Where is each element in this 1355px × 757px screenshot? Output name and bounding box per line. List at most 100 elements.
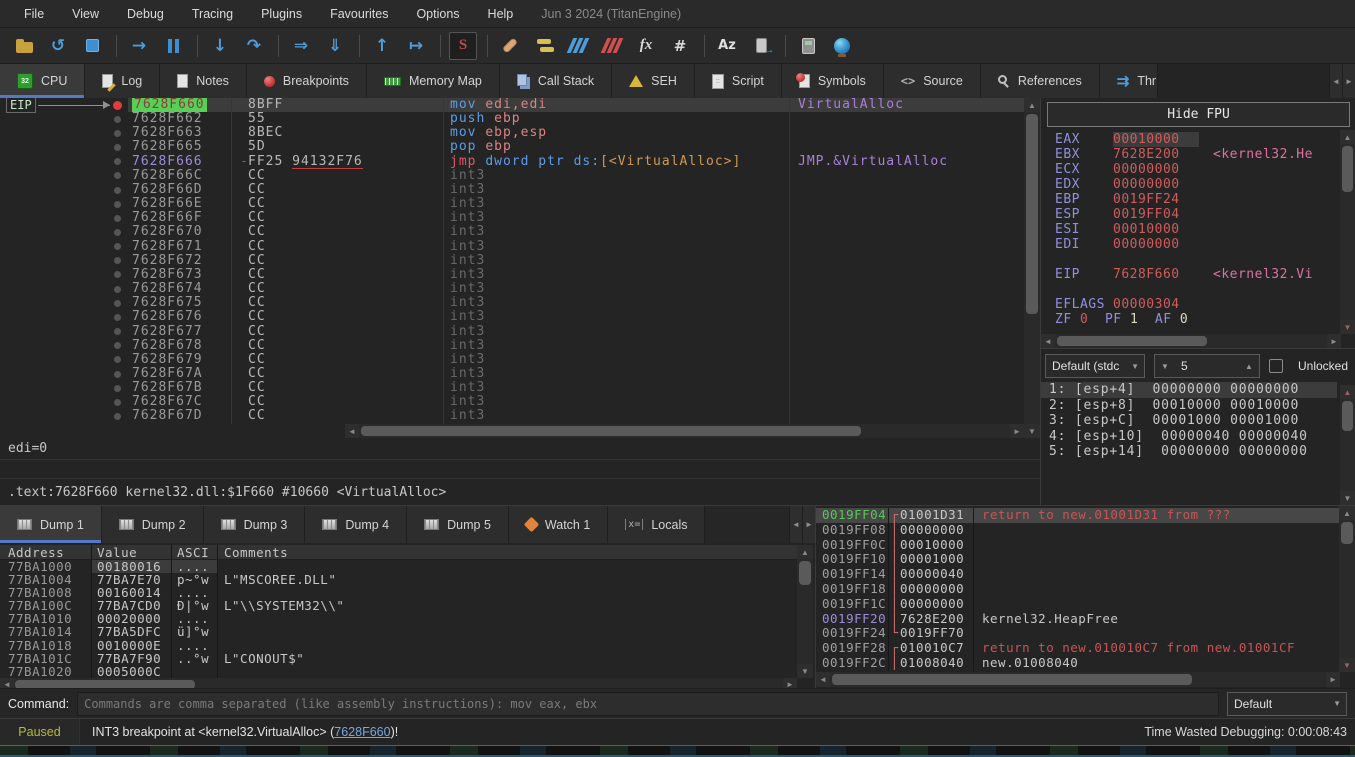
scroll-thumb[interactable] (15, 680, 195, 688)
scroll-right-arrow[interactable]: ► (1326, 672, 1340, 687)
menu-item-debug[interactable]: Debug (113, 0, 178, 28)
registers-panel[interactable]: Hide FPU EAX00010000EBX7628E200<kernel32… (1040, 98, 1355, 348)
breakpoint-gutter[interactable] (110, 409, 128, 423)
disasm-row[interactable]: 7628F67BCCint3 (0, 381, 1040, 395)
scroll-up-arrow[interactable]: ▲ (1340, 385, 1355, 399)
dump-table[interactable]: AddressValueASCIComments77BA100000180016… (0, 545, 797, 678)
scroll-down-arrow[interactable]: ▼ (1024, 424, 1040, 438)
expression-button[interactable]: fx (632, 32, 660, 60)
tab-thr[interactable]: ⇉Thr (1100, 64, 1158, 98)
stack-row[interactable]: 0019FF2C│01008040new.01008040 (816, 656, 1340, 671)
scroll-left-arrow[interactable]: ◄ (816, 672, 830, 687)
scroll-left-arrow[interactable]: ◄ (345, 424, 359, 438)
execute-till-return-button[interactable]: ↑ (368, 32, 396, 60)
breakpoint-gutter[interactable] (110, 140, 128, 154)
breakpoint-gutter[interactable] (110, 169, 128, 183)
breakpoint-gutter[interactable] (110, 296, 128, 310)
scroll-thumb[interactable] (799, 561, 811, 585)
scroll-thumb[interactable] (832, 674, 1192, 685)
stack-row[interactable]: 0019FF0C│00010000 (816, 538, 1340, 553)
gutter-dot-icon[interactable] (114, 229, 121, 236)
scroll-down-arrow[interactable]: ▼ (1340, 491, 1355, 505)
menu-item-file[interactable]: File (10, 0, 58, 28)
tab-locals[interactable]: x=Locals (608, 506, 705, 543)
dump-hscrollbar[interactable]: ◄ ► (0, 678, 797, 688)
scroll-right-arrow[interactable]: ► (1010, 424, 1024, 438)
dump-pane[interactable]: Dump 1Dump 2Dump 3Dump 4Dump 5Watch 1x=L… (0, 505, 815, 688)
breakpoint-gutter[interactable] (110, 126, 128, 140)
run-to-user-code-button[interactable]: ⇒ (287, 32, 315, 60)
gutter-dot-icon[interactable] (114, 356, 121, 363)
gutter-dot-icon[interactable] (114, 187, 121, 194)
tab-breakpoints[interactable]: Breakpoints (247, 64, 367, 98)
gutter-dot-icon[interactable] (114, 300, 121, 307)
disasm-row[interactable]: 7628F67ACCint3 (0, 367, 1040, 381)
breakpoint-gutter[interactable] (110, 339, 128, 353)
command-input[interactable] (77, 692, 1219, 716)
arguments-panel[interactable]: Default (stdc ▼ ▼ 5 ▲ Unlocked 1: [esp+4… (1040, 348, 1355, 505)
scroll-left-arrow[interactable]: ◄ (0, 678, 14, 688)
gutter-dot-icon[interactable] (114, 116, 121, 123)
argument-row[interactable]: 2: [esp+8] 00010000 00010000 (1041, 398, 1337, 414)
attach-calc-button[interactable] (747, 32, 775, 60)
disasm-row[interactable]: 7628F6638BECmov ebp,esp (0, 126, 1040, 140)
tab-memory-map[interactable]: Memory Map (367, 64, 500, 98)
argument-row[interactable]: 5: [esp+14] 00000000 00000000 (1041, 444, 1337, 460)
stack-row[interactable]: 0019FF1C│00000000 (816, 597, 1340, 612)
stack-row[interactable]: 0019FF20│7628E200kernel32.HeapFree (816, 612, 1340, 627)
stack-row[interactable]: 0019FF10│00001000 (816, 552, 1340, 567)
disasm-row[interactable]: 7628F66DCCint3 (0, 183, 1040, 197)
disassembly-hscrollbar[interactable]: ◄ ► (345, 424, 1024, 438)
menu-item-view[interactable]: View (58, 0, 113, 28)
breakpoint-gutter[interactable] (110, 155, 128, 169)
stack-vscrollbar[interactable]: ▲ ▼ (1339, 506, 1355, 672)
tab-scroll-right-icon[interactable]: ► (1342, 64, 1355, 98)
pause-button[interactable] (159, 32, 187, 60)
dump-row[interactable]: 77BA101477BA5DFCü]°w (0, 625, 797, 638)
breakpoint-gutter[interactable] (110, 353, 128, 367)
dump-row[interactable]: 77BA101C77BA7F90..°wL"CONOUT$" (0, 652, 797, 665)
disasm-row[interactable]: 7628F676CCint3 (0, 310, 1040, 324)
breakpoint-gutter[interactable] (110, 240, 128, 254)
breakpoint-gutter[interactable] (110, 381, 128, 395)
tab-scroll-left-icon[interactable]: ◄ (789, 506, 802, 543)
stack-pane[interactable]: 0019FF04┌01001D31return to new.01001D31 … (815, 505, 1355, 688)
stack-row[interactable]: 0019FF14│00000040 (816, 567, 1340, 582)
tab-script[interactable]: ::Script (695, 64, 782, 98)
breakpoint-gutter[interactable] (110, 395, 128, 409)
stepper-down-icon[interactable]: ▼ (1155, 362, 1175, 371)
disasm-row[interactable]: 7628F66FCCint3 (0, 211, 1040, 225)
stop-button[interactable] (78, 32, 106, 60)
tab-dump-3[interactable]: Dump 3 (204, 506, 306, 543)
disasm-row[interactable]: 7628F6655Dpop ebp (0, 140, 1040, 154)
menu-item-plugins[interactable]: Plugins (247, 0, 316, 28)
gutter-dot-icon[interactable] (114, 215, 121, 222)
breakpoint-gutter[interactable] (110, 325, 128, 339)
scroll-thumb[interactable] (1342, 146, 1353, 192)
gutter-dot-icon[interactable] (114, 286, 121, 293)
dump-header-comments[interactable]: Comments (218, 545, 797, 559)
disasm-row[interactable]: 7628F677CCint3 (0, 325, 1040, 339)
breakpoint-gutter[interactable] (110, 98, 128, 112)
disassembly-vscrollbar[interactable]: ▲ ▼ (1024, 98, 1040, 438)
disasm-row[interactable]: 7628F673CCint3 (0, 268, 1040, 282)
skip-next-button[interactable]: ↦ (402, 32, 430, 60)
breakpoint-gutter[interactable] (110, 211, 128, 225)
stack-row[interactable]: 0019FF04┌01001D31return to new.01001D31 … (816, 508, 1340, 523)
gutter-dot-icon[interactable] (114, 399, 121, 406)
disasm-row[interactable]: 7628F679CCint3 (0, 353, 1040, 367)
step-into-button[interactable]: ↓ (206, 32, 234, 60)
tab-dump-1[interactable]: Dump 1 (0, 506, 102, 543)
tab-cpu[interactable]: 32CPU (0, 64, 85, 98)
command-script-select[interactable]: Default ▼ (1227, 692, 1347, 716)
gutter-dot-icon[interactable] (114, 243, 121, 250)
unlocked-checkbox[interactable] (1269, 359, 1283, 373)
menu-item-help[interactable]: Help (474, 0, 528, 28)
scroll-down-arrow[interactable]: ▼ (1339, 658, 1355, 672)
breakpoint-gutter[interactable] (110, 112, 128, 126)
scroll-down-arrow[interactable]: ▼ (797, 664, 813, 678)
disasm-row[interactable]: 7628F66CCCint3 (0, 169, 1040, 183)
disasm-row[interactable]: 7628F675CCint3 (0, 296, 1040, 310)
disasm-row[interactable]: 7628F67CCCint3 (0, 395, 1040, 409)
scroll-up-arrow[interactable]: ▲ (1339, 506, 1355, 520)
